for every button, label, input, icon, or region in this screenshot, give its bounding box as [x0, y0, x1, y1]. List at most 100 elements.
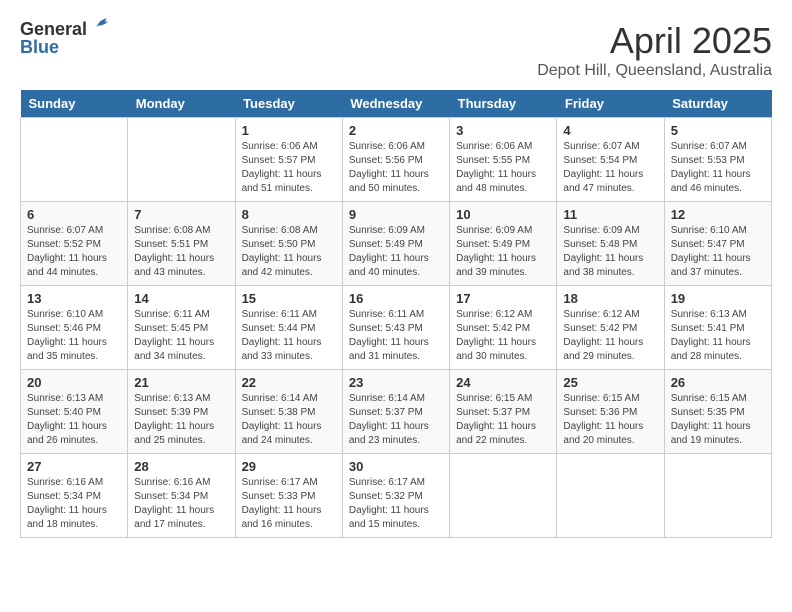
day-info: Sunrise: 6:17 AM Sunset: 5:32 PM Dayligh… — [349, 476, 443, 532]
day-number: 24 — [456, 375, 550, 390]
calendar-week-row: 13 Sunrise: 6:10 AM Sunset: 5:46 PM Dayli… — [21, 286, 772, 370]
calendar-day-cell: 30 Sunrise: 6:17 AM Sunset: 5:32 PM Dayli… — [342, 454, 449, 538]
calendar-day-cell — [450, 454, 557, 538]
day-number: 21 — [134, 375, 228, 390]
calendar-day-header: Tuesday — [235, 90, 342, 118]
calendar-day-header: Wednesday — [342, 90, 449, 118]
day-number: 18 — [563, 291, 657, 306]
day-number: 25 — [563, 375, 657, 390]
day-number: 17 — [456, 291, 550, 306]
day-info: Sunrise: 6:16 AM Sunset: 5:34 PM Dayligh… — [27, 476, 121, 532]
calendar-day-cell: 15 Sunrise: 6:11 AM Sunset: 5:44 PM Dayli… — [235, 286, 342, 370]
day-info: Sunrise: 6:15 AM Sunset: 5:37 PM Dayligh… — [456, 392, 550, 448]
logo-blue-text: Blue — [20, 38, 59, 56]
calendar-day-cell: 29 Sunrise: 6:17 AM Sunset: 5:33 PM Dayli… — [235, 454, 342, 538]
day-info: Sunrise: 6:11 AM Sunset: 5:43 PM Dayligh… — [349, 308, 443, 364]
calendar-day-header: Thursday — [450, 90, 557, 118]
day-info: Sunrise: 6:10 AM Sunset: 5:47 PM Dayligh… — [671, 224, 765, 280]
calendar-day-cell: 25 Sunrise: 6:15 AM Sunset: 5:36 PM Dayli… — [557, 370, 664, 454]
calendar-day-cell: 13 Sunrise: 6:10 AM Sunset: 5:46 PM Dayli… — [21, 286, 128, 370]
day-number: 22 — [242, 375, 336, 390]
calendar-day-cell: 6 Sunrise: 6:07 AM Sunset: 5:52 PM Daylig… — [21, 202, 128, 286]
day-number: 29 — [242, 459, 336, 474]
day-number: 8 — [242, 207, 336, 222]
logo-general-text: General — [20, 20, 87, 38]
day-info: Sunrise: 6:08 AM Sunset: 5:50 PM Dayligh… — [242, 224, 336, 280]
day-number: 19 — [671, 291, 765, 306]
day-info: Sunrise: 6:11 AM Sunset: 5:45 PM Dayligh… — [134, 308, 228, 364]
day-number: 3 — [456, 123, 550, 138]
day-info: Sunrise: 6:12 AM Sunset: 5:42 PM Dayligh… — [456, 308, 550, 364]
day-number: 2 — [349, 123, 443, 138]
calendar-day-cell: 16 Sunrise: 6:11 AM Sunset: 5:43 PM Dayli… — [342, 286, 449, 370]
calendar-day-cell: 5 Sunrise: 6:07 AM Sunset: 5:53 PM Daylig… — [664, 118, 771, 202]
day-number: 14 — [134, 291, 228, 306]
calendar-day-cell: 17 Sunrise: 6:12 AM Sunset: 5:42 PM Dayli… — [450, 286, 557, 370]
calendar-day-header: Saturday — [664, 90, 771, 118]
day-number: 1 — [242, 123, 336, 138]
day-info: Sunrise: 6:06 AM Sunset: 5:56 PM Dayligh… — [349, 140, 443, 196]
day-info: Sunrise: 6:15 AM Sunset: 5:36 PM Dayligh… — [563, 392, 657, 448]
day-number: 20 — [27, 375, 121, 390]
day-info: Sunrise: 6:16 AM Sunset: 5:34 PM Dayligh… — [134, 476, 228, 532]
calendar-day-cell: 20 Sunrise: 6:13 AM Sunset: 5:40 PM Dayli… — [21, 370, 128, 454]
calendar-day-cell: 22 Sunrise: 6:14 AM Sunset: 5:38 PM Dayli… — [235, 370, 342, 454]
month-title: April 2025 — [537, 20, 772, 62]
day-info: Sunrise: 6:07 AM Sunset: 5:52 PM Dayligh… — [27, 224, 121, 280]
day-number: 13 — [27, 291, 121, 306]
day-number: 7 — [134, 207, 228, 222]
calendar-day-cell — [21, 118, 128, 202]
day-number: 15 — [242, 291, 336, 306]
title-section: April 2025 Depot Hill, Queensland, Austr… — [537, 20, 772, 80]
calendar-day-cell — [557, 454, 664, 538]
calendar-day-header: Sunday — [21, 90, 128, 118]
calendar-day-cell: 23Sunrise: 6:14 AM Sunset: 5:37 PM Dayli… — [342, 370, 449, 454]
calendar-day-cell: 1 Sunrise: 6:06 AM Sunset: 5:57 PM Daylig… — [235, 118, 342, 202]
day-info: Sunrise: 6:13 AM Sunset: 5:41 PM Dayligh… — [671, 308, 765, 364]
day-number: 6 — [27, 207, 121, 222]
calendar-day-cell: 14 Sunrise: 6:11 AM Sunset: 5:45 PM Dayli… — [128, 286, 235, 370]
day-info: Sunrise: 6:13 AM Sunset: 5:40 PM Dayligh… — [27, 392, 121, 448]
day-info: Sunrise: 6:09 AM Sunset: 5:49 PM Dayligh… — [456, 224, 550, 280]
calendar-day-cell: 2 Sunrise: 6:06 AM Sunset: 5:56 PM Daylig… — [342, 118, 449, 202]
calendar-week-row: 20 Sunrise: 6:13 AM Sunset: 5:40 PM Dayli… — [21, 370, 772, 454]
day-info: Sunrise: 6:07 AM Sunset: 5:53 PM Dayligh… — [671, 140, 765, 196]
calendar-day-cell: 27 Sunrise: 6:16 AM Sunset: 5:34 PM Dayli… — [21, 454, 128, 538]
day-info: Sunrise: 6:14 AM Sunset: 5:38 PM Dayligh… — [242, 392, 336, 448]
calendar-day-cell: 4Sunrise: 6:07 AM Sunset: 5:54 PM Daylig… — [557, 118, 664, 202]
day-number: 11 — [563, 207, 657, 222]
day-info: Sunrise: 6:09 AM Sunset: 5:49 PM Dayligh… — [349, 224, 443, 280]
calendar-day-cell: 11 Sunrise: 6:09 AM Sunset: 5:48 PM Dayli… — [557, 202, 664, 286]
calendar-header-row: SundayMondayTuesdayWednesdayThursdayFrid… — [21, 90, 772, 118]
day-info: Sunrise: 6:09 AM Sunset: 5:48 PM Dayligh… — [563, 224, 657, 280]
page-header: General Blue April 2025 Depot Hill, Quee… — [20, 20, 772, 80]
day-info: Sunrise: 6:08 AM Sunset: 5:51 PM Dayligh… — [134, 224, 228, 280]
day-number: 16 — [349, 291, 443, 306]
day-number: 27 — [27, 459, 121, 474]
calendar-week-row: 27 Sunrise: 6:16 AM Sunset: 5:34 PM Dayli… — [21, 454, 772, 538]
calendar-day-cell: 26 Sunrise: 6:15 AM Sunset: 5:35 PM Dayli… — [664, 370, 771, 454]
day-info: Sunrise: 6:12 AM Sunset: 5:42 PM Dayligh… — [563, 308, 657, 364]
day-info: Sunrise: 6:17 AM Sunset: 5:33 PM Dayligh… — [242, 476, 336, 532]
day-info: Sunrise: 6:06 AM Sunset: 5:57 PM Dayligh… — [242, 140, 336, 196]
calendar-day-cell: 21Sunrise: 6:13 AM Sunset: 5:39 PM Dayli… — [128, 370, 235, 454]
day-number: 26 — [671, 375, 765, 390]
day-number: 5 — [671, 123, 765, 138]
day-info: Sunrise: 6:10 AM Sunset: 5:46 PM Dayligh… — [27, 308, 121, 364]
calendar-day-cell: 19 Sunrise: 6:13 AM Sunset: 5:41 PM Dayli… — [664, 286, 771, 370]
calendar-day-cell: 24 Sunrise: 6:15 AM Sunset: 5:37 PM Dayli… — [450, 370, 557, 454]
calendar-day-cell — [664, 454, 771, 538]
day-number: 30 — [349, 459, 443, 474]
day-number: 28 — [134, 459, 228, 474]
calendar-day-cell: 18 Sunrise: 6:12 AM Sunset: 5:42 PM Dayli… — [557, 286, 664, 370]
logo: General Blue — [20, 20, 111, 56]
day-info: Sunrise: 6:11 AM Sunset: 5:44 PM Dayligh… — [242, 308, 336, 364]
calendar-day-cell — [128, 118, 235, 202]
day-info: Sunrise: 6:15 AM Sunset: 5:35 PM Dayligh… — [671, 392, 765, 448]
day-number: 12 — [671, 207, 765, 222]
day-number: 9 — [349, 207, 443, 222]
calendar-day-cell: 28 Sunrise: 6:16 AM Sunset: 5:34 PM Dayli… — [128, 454, 235, 538]
calendar-week-row: 6 Sunrise: 6:07 AM Sunset: 5:52 PM Daylig… — [21, 202, 772, 286]
calendar-day-cell: 10Sunrise: 6:09 AM Sunset: 5:49 PM Dayli… — [450, 202, 557, 286]
day-number: 4 — [563, 123, 657, 138]
